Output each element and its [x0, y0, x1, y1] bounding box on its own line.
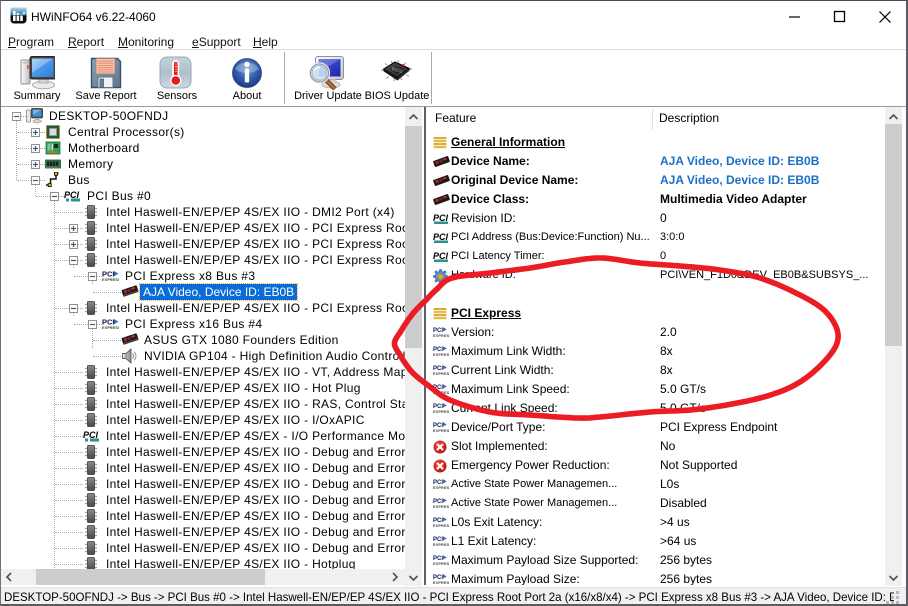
svg-text:EXPRESS: EXPRESS [102, 277, 119, 282]
svg-text:EXPRESS: EXPRESS [102, 325, 119, 330]
